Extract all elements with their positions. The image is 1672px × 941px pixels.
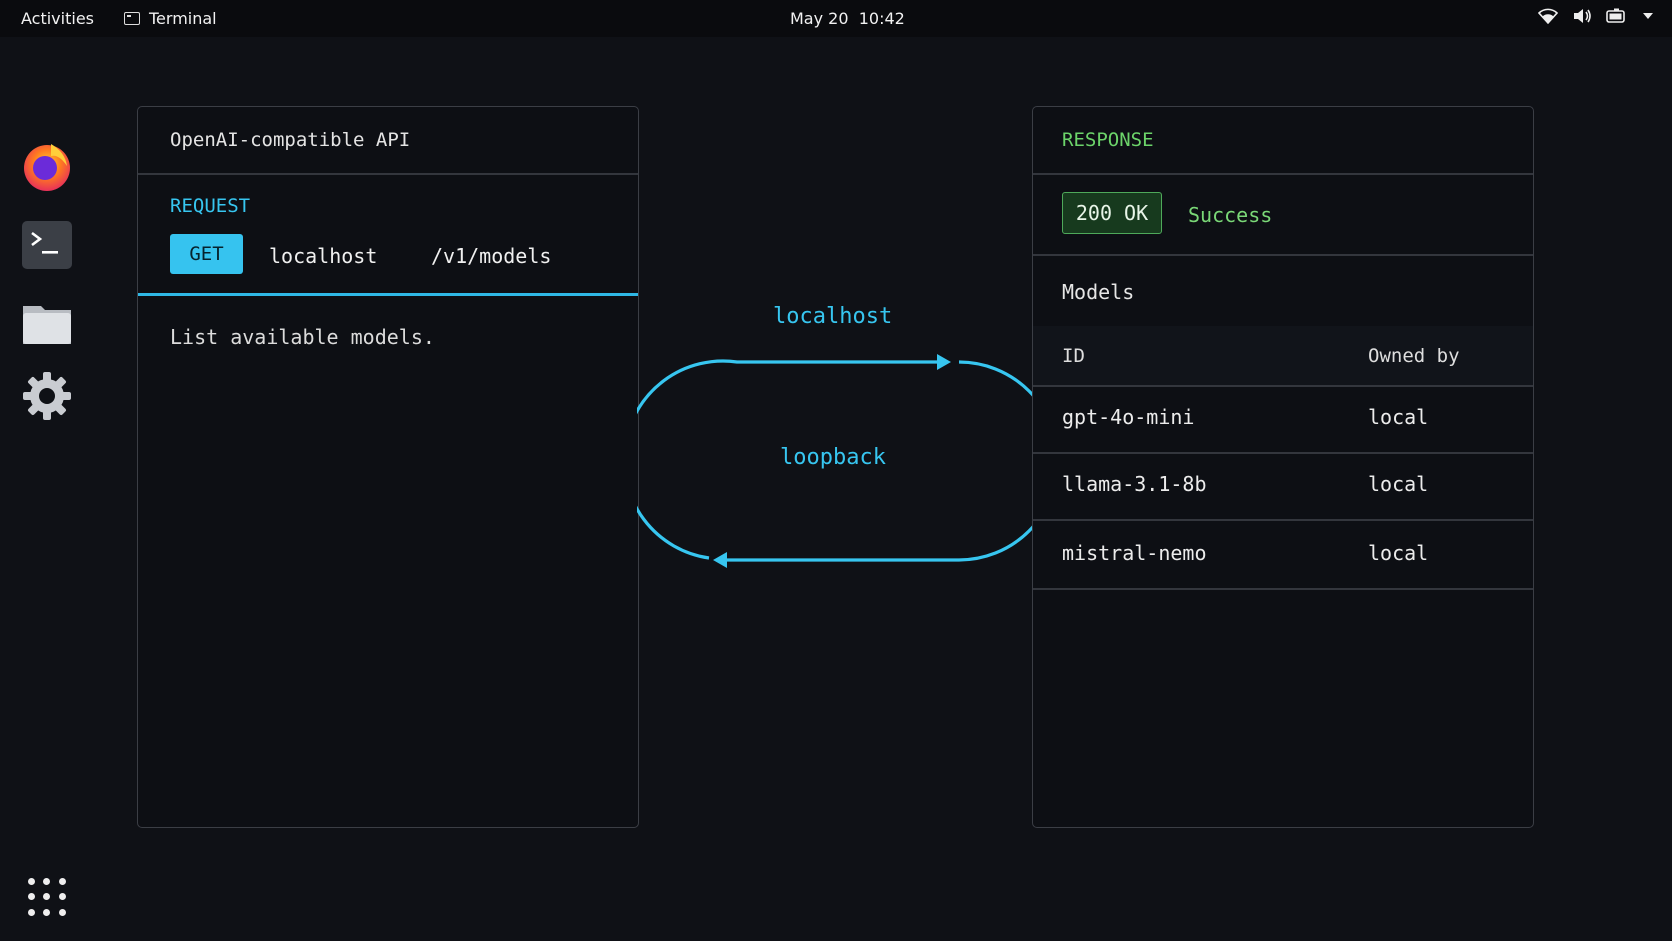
request-host: localhost	[269, 244, 378, 268]
top-bar: Activities Terminal May 20 10:42	[0, 0, 1672, 37]
model-id: mistral-nemo	[1062, 541, 1207, 565]
divider	[138, 173, 638, 175]
model-id: gpt-4o-mini	[1062, 405, 1195, 429]
terminal-small-icon	[124, 12, 140, 25]
status-text: Success	[1188, 203, 1273, 227]
arrow-right-icon	[937, 354, 951, 370]
request-label: REQUEST	[170, 195, 251, 217]
clock[interactable]: May 20 10:42	[790, 9, 905, 28]
loopback-diagram: localhost loopback	[637, 290, 1033, 590]
divider	[1033, 254, 1533, 256]
loopback-arrow	[637, 354, 1033, 568]
files-icon[interactable]	[21, 298, 73, 350]
wifi-icon	[1538, 8, 1558, 24]
response-panel: RESPONSE 200 OK Success Models ID Owned …	[1032, 106, 1534, 828]
table-row[interactable]: mistral-nemo local	[1033, 519, 1533, 586]
terminal-icon[interactable]	[21, 220, 73, 272]
dock	[0, 37, 94, 941]
model-owner: local	[1368, 541, 1429, 565]
app-grid-icon[interactable]	[28, 878, 66, 916]
request-path: /v1/models	[431, 244, 552, 268]
active-app-name: Terminal	[149, 9, 217, 28]
models-title: Models	[1062, 280, 1135, 304]
arrow-left-icon	[713, 552, 727, 568]
table-row[interactable]: gpt-4o-mini local	[1033, 385, 1533, 452]
divider	[1033, 173, 1533, 175]
panel-title: OpenAI-compatible API	[170, 129, 411, 151]
method-badge[interactable]: GET	[170, 234, 243, 274]
active-app-menu[interactable]: Terminal	[124, 9, 217, 28]
request-description: List available models.	[170, 325, 435, 349]
system-status-menu[interactable]	[1538, 8, 1654, 24]
model-id: llama-3.1-8b	[1062, 472, 1207, 496]
clock-time: 10:42	[858, 9, 905, 28]
column-header-owner[interactable]: Owned by	[1368, 345, 1460, 367]
divider	[1033, 588, 1533, 590]
chevron-down-icon	[1643, 13, 1653, 19]
firefox-icon[interactable]	[21, 140, 73, 192]
table-row[interactable]: llama-3.1-8b local	[1033, 452, 1533, 519]
model-owner: local	[1368, 405, 1429, 429]
clock-date: May 20	[790, 9, 849, 28]
request-accent-line	[138, 293, 638, 296]
model-owner: local	[1368, 472, 1429, 496]
volume-icon	[1574, 9, 1591, 23]
battery-icon	[1606, 8, 1625, 23]
response-label: RESPONSE	[1062, 129, 1154, 151]
settings-icon[interactable]	[21, 370, 73, 422]
activities-button[interactable]: Activities	[21, 9, 94, 28]
column-header-id[interactable]: ID	[1062, 345, 1085, 367]
request-panel: OpenAI-compatible API REQUEST GET localh…	[137, 106, 639, 828]
status-code-badge: 200 OK	[1062, 192, 1162, 234]
